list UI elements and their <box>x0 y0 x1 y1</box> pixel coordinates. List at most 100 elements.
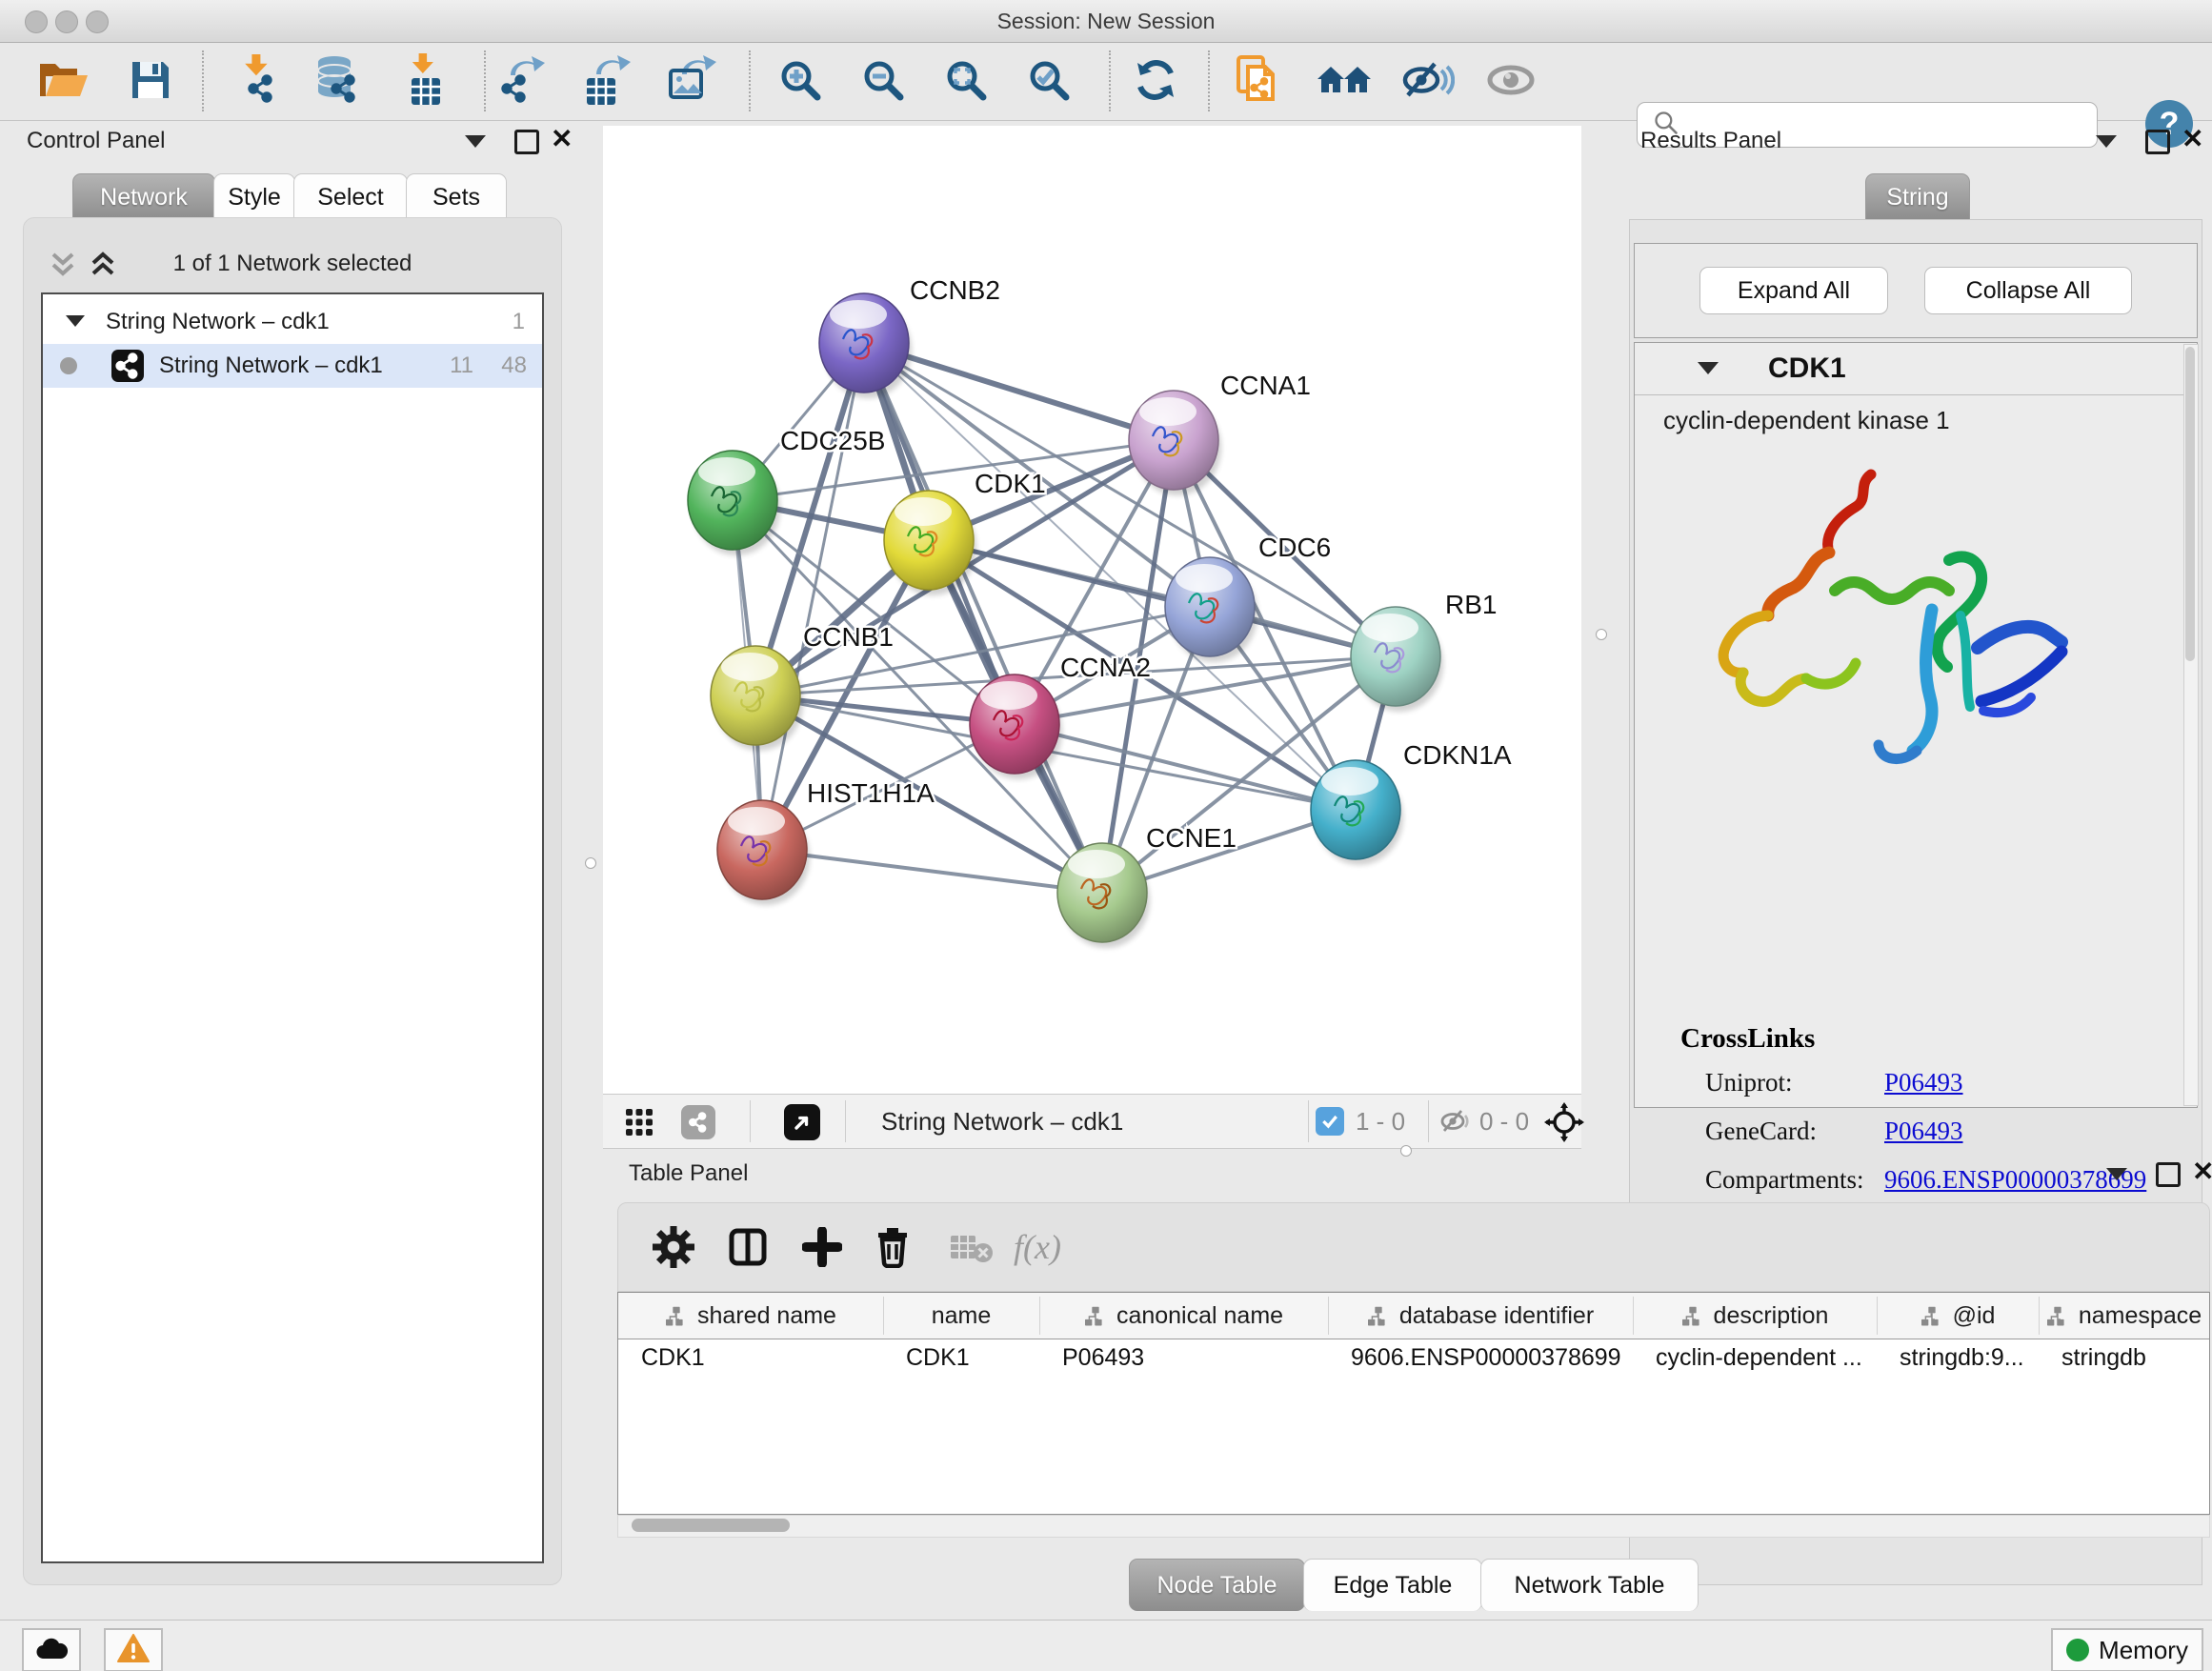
tab-network-table[interactable]: Network Table <box>1480 1559 1699 1611</box>
splitter-grip[interactable] <box>1596 629 1607 640</box>
network-view-canvas[interactable]: CCNB2CCNA1CDC25BCDK1CDC6RB1CCNB1CCNA2CDK… <box>603 126 1581 1094</box>
open-file-button[interactable] <box>32 52 93 111</box>
tree-expand-icon[interactable] <box>66 315 85 327</box>
panel-close-icon[interactable]: ✕ <box>2182 130 2203 149</box>
import-network-button[interactable] <box>228 52 289 111</box>
table-cell[interactable]: 9606.ENSP00000378699 <box>1351 1344 1629 1372</box>
table-cell[interactable]: CDK1 <box>906 1344 1036 1372</box>
column-separator[interactable] <box>883 1297 884 1335</box>
gene-description: cyclin-dependent kinase 1 <box>1663 406 1950 435</box>
cloud-icon <box>34 1636 69 1665</box>
refresh-button[interactable] <box>1125 52 1186 111</box>
column-header-id[interactable]: @id <box>1877 1293 2039 1339</box>
tab-select[interactable]: Select <box>293 173 408 220</box>
table-cell[interactable]: P06493 <box>1062 1344 1324 1372</box>
network-node-ccnb2[interactable] <box>819 293 912 398</box>
selected-checkbox-icon[interactable] <box>1316 1107 1344 1136</box>
export-table-button[interactable] <box>576 52 637 111</box>
hide-panels-button[interactable] <box>1398 52 1458 111</box>
network-edge[interactable] <box>762 850 1102 893</box>
table-options-gear-icon[interactable] <box>645 1218 702 1276</box>
table-cell[interactable]: cyclin-dependent ... <box>1656 1344 1873 1372</box>
splitter-grip[interactable] <box>1400 1145 1412 1157</box>
table-cell[interactable]: stringdb <box>2061 1344 2205 1372</box>
zoom-out-button[interactable] <box>853 52 914 111</box>
return-home-button[interactable] <box>1314 52 1375 111</box>
memory-button[interactable]: Memory <box>2051 1628 2203 1671</box>
table-cell[interactable]: stringdb:9... <box>1900 1344 2035 1372</box>
column-separator[interactable] <box>1633 1297 1634 1335</box>
network-edge[interactable] <box>864 343 1102 893</box>
zoom-selected-button[interactable] <box>1018 52 1079 111</box>
column-separator[interactable] <box>1877 1297 1878 1335</box>
column-separator[interactable] <box>1039 1297 1040 1335</box>
table-cell[interactable]: CDK1 <box>641 1344 879 1372</box>
column-separator[interactable] <box>2039 1297 2040 1335</box>
collapse-all-button[interactable]: Collapse All <box>1924 267 2132 314</box>
import-network-icon <box>232 54 284 111</box>
table-horizontal-scrollbar[interactable] <box>617 1515 2210 1538</box>
tab-node-table[interactable]: Node Table <box>1129 1559 1305 1611</box>
crosslink-link[interactable]: P06493 <box>1884 1117 1963 1146</box>
export-network-button[interactable] <box>494 52 555 111</box>
network-edge[interactable] <box>762 343 864 850</box>
column-header-sharedname[interactable]: shared name <box>618 1293 883 1339</box>
birds-eye-view-icon[interactable] <box>784 1104 820 1140</box>
column-header-description[interactable]: description <box>1633 1293 1877 1339</box>
node-table[interactable]: shared namenamecanonical namedatabase id… <box>617 1292 2210 1515</box>
panel-close-icon[interactable]: ✕ <box>551 130 573 149</box>
tab-style[interactable]: Style <box>213 173 295 220</box>
import-table-button[interactable] <box>394 52 455 111</box>
crosslink-link[interactable]: P06493 <box>1884 1068 1963 1097</box>
network-node-cdc6[interactable] <box>1165 557 1257 662</box>
warnings-button[interactable] <box>104 1628 163 1671</box>
column-header-namespace[interactable]: namespace <box>2039 1293 2209 1339</box>
toolbar-separator <box>484 50 486 111</box>
panel-menu-icon[interactable] <box>2106 1168 2127 1180</box>
results-scrollbar[interactable] <box>2183 344 2199 1106</box>
panel-float-icon[interactable] <box>2145 130 2170 154</box>
grid-view-icon[interactable] <box>624 1107 654 1142</box>
network-node-ccna1[interactable] <box>1129 391 1221 495</box>
export-image-button[interactable] <box>661 52 722 111</box>
tab-string[interactable]: String <box>1865 173 1970 220</box>
fit-content-crosshair-icon[interactable] <box>1544 1102 1584 1147</box>
panel-float-icon[interactable] <box>514 130 539 154</box>
node-label: CCNA1 <box>1220 371 1311 400</box>
network-row-selected[interactable]: String Network – cdk1 11 48 <box>43 344 542 388</box>
collapse-section-icon[interactable] <box>1698 362 1719 374</box>
show-columns-icon[interactable] <box>719 1218 776 1276</box>
network-node-ccna2[interactable] <box>970 674 1062 779</box>
network-node-cdk1[interactable] <box>884 491 976 595</box>
network-node-ccne1[interactable] <box>1057 843 1150 948</box>
panel-menu-icon[interactable] <box>465 135 486 148</box>
namespace-icon <box>1681 1302 1714 1329</box>
network-node-hist1h1a[interactable] <box>717 800 810 905</box>
delete-column-icon[interactable] <box>864 1218 921 1276</box>
tab-edge-table[interactable]: Edge Table <box>1303 1559 1482 1611</box>
zoom-in-button[interactable] <box>770 52 831 111</box>
tab-network[interactable]: Network <box>72 173 215 220</box>
cloud-status-button[interactable] <box>22 1628 81 1671</box>
column-header-canonicalname[interactable]: canonical name <box>1039 1293 1328 1339</box>
add-column-icon[interactable] <box>794 1218 851 1276</box>
column-header-name[interactable]: name <box>883 1293 1039 1339</box>
panel-menu-icon[interactable] <box>2096 135 2117 148</box>
panel-close-icon[interactable]: ✕ <box>2192 1162 2212 1181</box>
expand-all-button[interactable]: Expand All <box>1699 267 1888 314</box>
network-node-rb1[interactable] <box>1351 607 1443 712</box>
show-panels-button[interactable] <box>1480 52 1541 111</box>
splitter-grip[interactable] <box>585 857 596 869</box>
network-node-cdc25b[interactable] <box>688 451 780 555</box>
gene-card-header[interactable]: CDK1 <box>1635 343 2197 395</box>
panel-float-icon[interactable] <box>2156 1162 2181 1187</box>
network-collection-row[interactable]: String Network – cdk1 1 <box>43 300 542 344</box>
column-separator[interactable] <box>1328 1297 1329 1335</box>
zoom-fit-button[interactable] <box>935 52 996 111</box>
import-database-button[interactable] <box>308 52 369 111</box>
tab-sets[interactable]: Sets <box>406 173 507 220</box>
save-session-button[interactable] <box>120 52 181 111</box>
share-session-button[interactable] <box>1229 52 1290 111</box>
network-node-cdkn1a[interactable] <box>1311 760 1403 865</box>
column-header-databaseidentifier[interactable]: database identifier <box>1328 1293 1633 1339</box>
